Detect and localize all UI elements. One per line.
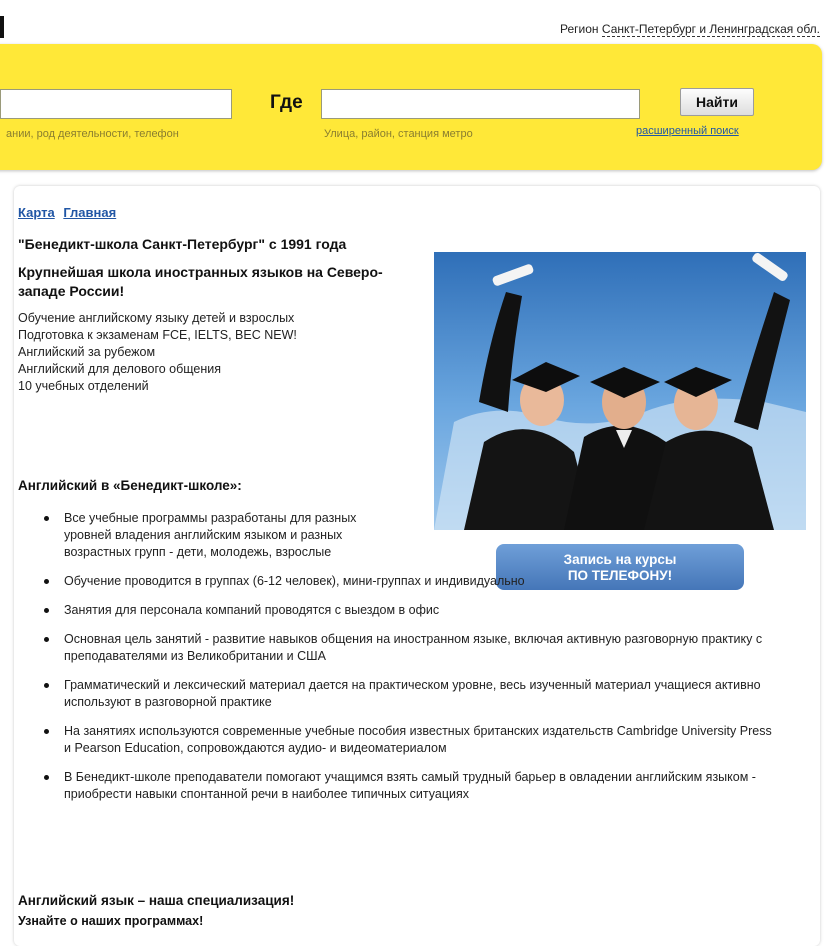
list-item: Грамматический и лексический материал да… xyxy=(44,677,774,711)
programs-line: Узнайте о наших программах! xyxy=(18,914,204,928)
specialization-heading: Английский язык – наша специализация! xyxy=(18,893,295,908)
where-label: Где xyxy=(270,92,303,113)
what-input[interactable] xyxy=(0,89,232,119)
where-hint: Улица, район, станция метро xyxy=(324,128,473,140)
advanced-search-link[interactable]: расширенный поиск xyxy=(636,125,739,137)
intro-list: Обучение английскому языку детей и взрос… xyxy=(18,310,428,395)
list-item: В Бенедикт-школе преподаватели помогают … xyxy=(44,769,774,803)
region-link[interactable]: Санкт-Петербург и Ленинградская обл. xyxy=(601,22,820,37)
company-subtitle: Крупнейшая школа иностранных языков на С… xyxy=(18,264,383,299)
intro-line: Подготовка к экзаменам FCE, IELTS, BEC N… xyxy=(18,328,297,342)
intro-line: Обучение английскому языку детей и взрос… xyxy=(18,311,295,325)
logo-fragment xyxy=(0,16,4,38)
region-prefix: Регион xyxy=(560,22,599,36)
list-item: На занятиях используются современные уче… xyxy=(44,723,774,757)
find-button[interactable]: Найти xyxy=(680,88,754,116)
list-item: Основная цель занятий - развитие навыков… xyxy=(44,631,774,665)
list-item: Занятия для персонала компаний проводятс… xyxy=(44,602,774,619)
intro-line: Английский для делового общения xyxy=(18,362,222,376)
breadcrumb-home-link[interactable]: Главная xyxy=(63,205,116,220)
intro-line: Английский за рубежом xyxy=(18,345,156,359)
where-input[interactable] xyxy=(321,89,640,119)
section-heading: Английский в «Бенедикт-школе»: xyxy=(18,478,242,493)
breadcrumb: Карта Главная xyxy=(18,205,121,220)
list-item: Все учебные программы разработаны для ра… xyxy=(44,510,394,561)
list-item: Обучение проводится в группах (6-12 чело… xyxy=(44,573,774,590)
features-list: Все учебные программы разработаны для ра… xyxy=(44,510,774,815)
breadcrumb-map-link[interactable]: Карта xyxy=(18,205,55,220)
what-hint: ании, род деятельности, телефон xyxy=(6,128,179,140)
intro-line: 10 учебных отделений xyxy=(18,379,149,393)
company-title: "Бенедикт-школа Санкт-Петербург" с 1991 … xyxy=(18,236,347,252)
region-selector: Регион Санкт-Петербург и Ленинградская о… xyxy=(560,22,820,37)
graduates-photo xyxy=(434,252,806,530)
